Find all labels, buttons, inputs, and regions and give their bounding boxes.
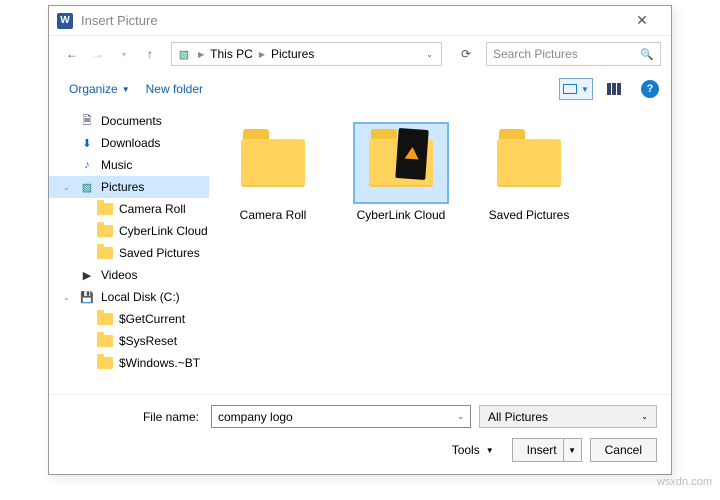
chevron-down-icon[interactable]: ⌄ [63, 293, 73, 302]
titlebar: W Insert Picture ✕ [49, 6, 671, 36]
organize-menu[interactable]: Organize▼ [61, 78, 138, 100]
breadcrumb-this-pc[interactable]: This PC [204, 47, 259, 61]
file-type-filter[interactable]: All Pictures ⌄ [479, 405, 657, 428]
tree-videos[interactable]: ▶Videos [49, 264, 209, 286]
item-label: CyberLink Cloud [357, 208, 446, 222]
recent-dropdown[interactable]: ▾ [113, 43, 135, 65]
dialog-body: 🗎Documents ⬇Downloads ♪Music ⌄▧Pictures … [49, 106, 671, 394]
close-button[interactable]: ✕ [621, 12, 663, 29]
folder-camera-roll[interactable]: Camera Roll [223, 124, 323, 222]
folder-icon [97, 225, 113, 237]
new-folder-button[interactable]: New folder [138, 78, 211, 100]
downloads-icon: ⬇ [79, 135, 95, 151]
folder-saved-pictures[interactable]: Saved Pictures [479, 124, 579, 222]
columns-icon [607, 83, 621, 95]
insert-button[interactable]: Insert ▼ [512, 438, 582, 462]
documents-icon: 🗎 [79, 113, 95, 129]
pictures-icon: ▧ [176, 46, 192, 62]
filename-value: company logo [218, 410, 293, 424]
breadcrumb-pictures[interactable]: Pictures [265, 47, 320, 61]
folder-icon [97, 357, 113, 369]
word-icon: W [57, 13, 73, 29]
view-icon [563, 84, 577, 94]
window-title: Insert Picture [81, 13, 621, 28]
preview-pane-button[interactable] [597, 78, 631, 100]
insert-picture-dialog: W Insert Picture ✕ ← → ▾ ↑ ▧ ▶ This PC ▶… [48, 5, 672, 475]
item-label: Camera Roll [240, 208, 307, 222]
folder-icon [241, 139, 305, 187]
address-bar[interactable]: ▧ ▶ This PC ▶ Pictures ⌄ [171, 42, 442, 66]
up-button[interactable]: ↑ [139, 43, 161, 65]
view-mode-button[interactable]: ▼ [559, 78, 593, 100]
tree-getcurrent[interactable]: $GetCurrent [49, 308, 209, 330]
search-input[interactable]: Search Pictures 🔍 [486, 42, 661, 66]
tree-documents[interactable]: 🗎Documents [49, 110, 209, 132]
chevron-down-icon[interactable]: ⌄ [457, 412, 464, 421]
file-grid[interactable]: Camera Roll CyberLink Cloud Saved Pictur… [209, 106, 671, 394]
tree-saved-pictures[interactable]: Saved Pictures [49, 242, 209, 264]
chevron-down-icon: ⌄ [641, 412, 648, 421]
folder-icon [369, 139, 433, 187]
videos-icon: ▶ [79, 267, 95, 283]
search-icon[interactable]: 🔍 [640, 48, 654, 61]
tree-sysreset[interactable]: $SysReset [49, 330, 209, 352]
tree-cyberlink-cloud[interactable]: CyberLink Cloud [49, 220, 209, 242]
tree-pictures[interactable]: ⌄▧Pictures [49, 176, 209, 198]
footer: File name: company logo ⌄ All Pictures ⌄… [49, 394, 671, 474]
folder-cyberlink-cloud[interactable]: CyberLink Cloud [351, 124, 451, 222]
toolbar: Organize▼ New folder ▼ ? [49, 72, 671, 106]
tree-windows-bt[interactable]: $Windows.~BT [49, 352, 209, 374]
forward-button[interactable]: → [87, 43, 109, 65]
nav-tree: 🗎Documents ⬇Downloads ♪Music ⌄▧Pictures … [49, 106, 209, 394]
tree-local-disk[interactable]: ⌄💾Local Disk (C:) [49, 286, 209, 308]
cancel-button[interactable]: Cancel [590, 438, 657, 462]
refresh-button[interactable]: ⟳ [456, 47, 476, 61]
music-icon: ♪ [79, 157, 95, 173]
watermark: wsxdn.com [657, 476, 712, 488]
item-label: Saved Pictures [489, 208, 570, 222]
chevron-down-icon: ▼ [122, 85, 130, 94]
back-button[interactable]: ← [61, 43, 83, 65]
folder-icon [97, 335, 113, 347]
tools-menu[interactable]: Tools▼ [452, 443, 494, 457]
chevron-down-icon[interactable]: ⌄ [63, 183, 73, 192]
tree-music[interactable]: ♪Music [49, 154, 209, 176]
filename-input[interactable]: company logo ⌄ [211, 405, 471, 428]
disk-icon: 💾 [79, 289, 95, 305]
navbar: ← → ▾ ↑ ▧ ▶ This PC ▶ Pictures ⌄ ⟳ Searc… [49, 36, 671, 72]
folder-icon [97, 203, 113, 215]
tree-downloads[interactable]: ⬇Downloads [49, 132, 209, 154]
media-preview-icon [395, 128, 428, 180]
search-placeholder: Search Pictures [493, 47, 640, 61]
folder-icon [97, 247, 113, 259]
address-dropdown[interactable]: ⌄ [422, 50, 437, 59]
help-button[interactable]: ? [641, 80, 659, 98]
tree-camera-roll[interactable]: Camera Roll [49, 198, 209, 220]
folder-icon [497, 139, 561, 187]
filename-label: File name: [63, 410, 203, 424]
pictures-icon: ▧ [79, 179, 95, 195]
chevron-down-icon: ▼ [486, 446, 494, 455]
folder-icon [97, 313, 113, 325]
insert-dropdown[interactable]: ▼ [563, 439, 581, 461]
